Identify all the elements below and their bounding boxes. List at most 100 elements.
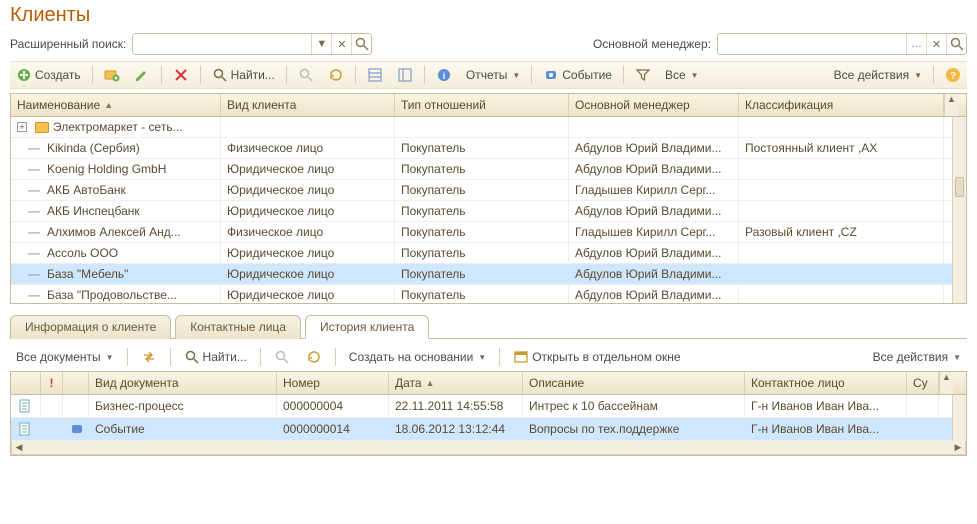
col-flag[interactable]: ! (41, 372, 63, 394)
table-row[interactable]: —База "Продовольстве...Юридическое лицоП… (11, 285, 966, 303)
table-row[interactable]: —АКБ ИнспецбанкЮридическое лицоПокупател… (11, 201, 966, 222)
close-icon[interactable]: ✕ (331, 34, 351, 54)
doc-date: 22.11.2011 14:55:58 (389, 395, 523, 417)
doc-contact: Г-н Иванов Иван Ива... (745, 395, 907, 417)
find-button-2[interactable]: Найти... (178, 347, 253, 367)
scroll-left-icon[interactable]: ◀ (12, 442, 26, 453)
ext-search-input[interactable] (133, 34, 311, 54)
event-button[interactable]: Событие (537, 65, 618, 85)
cell: Абдулов Юрий Владими... (569, 285, 739, 303)
cell: Покупатель (395, 222, 569, 242)
main-toolbar: Создать Найти... i Отчеты ▼ Событие (10, 61, 967, 89)
cell: Покупатель (395, 180, 569, 200)
sort-asc-icon: ▲ (104, 100, 113, 110)
tab-client-info[interactable]: Информация о клиенте (10, 315, 171, 339)
row-icon (11, 418, 41, 440)
chevron-down-icon[interactable]: ▼ (311, 34, 331, 54)
table-row[interactable]: —Ассоль ОООЮридическое лицоПокупательАбд… (11, 243, 966, 264)
vertical-scrollbar[interactable] (952, 117, 966, 303)
svg-text:?: ? (950, 71, 956, 82)
table-row[interactable]: —АКБ АвтоБанкЮридическое лицоПокупательГ… (11, 180, 966, 201)
col-number[interactable]: Номер (277, 372, 389, 394)
row-name: Электромаркет - сеть... (53, 120, 183, 134)
chevron-down-icon: ▼ (106, 353, 114, 362)
ext-search-combo[interactable]: ▼ ✕ (132, 33, 372, 55)
edit-button[interactable] (128, 65, 156, 85)
magnifier-icon[interactable] (351, 34, 371, 54)
cell (739, 243, 944, 263)
col-desc[interactable]: Описание (523, 372, 745, 394)
table-row[interactable]: + Электромаркет - сеть... (11, 117, 966, 138)
table-row[interactable]: —Алхимов Алексей Анд...Физическое лицоПо… (11, 222, 966, 243)
new-folder-button[interactable] (98, 65, 126, 85)
create-button[interactable]: Создать (10, 65, 87, 85)
event-label: Событие (562, 68, 612, 82)
all-docs-button[interactable]: Все документы▼ (10, 348, 120, 366)
ellipsis-icon[interactable]: … (906, 34, 926, 54)
info-button[interactable]: i (430, 65, 458, 85)
manager-input[interactable] (718, 34, 906, 54)
scrollbar-thumb[interactable] (955, 177, 964, 197)
doc-number: 0000000014 (277, 418, 389, 440)
delete-button[interactable] (167, 65, 195, 85)
tree-view-button[interactable] (391, 65, 419, 85)
table-row[interactable]: —Koenig Holding GmbHЮридическое лицоПоку… (11, 159, 966, 180)
horizontal-scrollbar[interactable]: ◀ ▶ (11, 441, 966, 455)
clear-search-button[interactable] (292, 65, 320, 85)
row-name: Koenig Holding GmbH (47, 162, 166, 176)
scroll-right-icon[interactable]: ▶ (951, 442, 965, 453)
tab-history[interactable]: История клиента (305, 315, 429, 339)
reports-button[interactable]: Отчеты ▼ (460, 66, 526, 84)
open-window-button[interactable]: Открыть в отдельном окне (507, 347, 686, 367)
cell: Гладышев Кирилл Серг... (569, 180, 739, 200)
col-kind[interactable]: Вид клиента (221, 94, 395, 116)
tab-contacts[interactable]: Контактные лица (175, 315, 301, 339)
magnifier-icon[interactable] (946, 34, 966, 54)
help-button[interactable]: ? (939, 65, 967, 85)
chevron-down-icon: ▼ (512, 71, 520, 80)
col-manager[interactable]: Основной менеджер (569, 94, 739, 116)
all-button[interactable]: Все ▼ (659, 66, 705, 84)
cell: Покупатель (395, 285, 569, 303)
clear-search-button-2[interactable] (268, 347, 296, 367)
swap-button[interactable] (135, 347, 163, 367)
col-su[interactable]: Су (907, 372, 939, 394)
expand-icon[interactable]: + (17, 122, 27, 132)
col-doc-kind[interactable]: Вид документа (89, 372, 277, 394)
scroll-up-icon[interactable]: ▲ (944, 94, 958, 116)
table-row[interactable]: —Kikinda (Сербия)Физическое лицоПокупате… (11, 138, 966, 159)
table-row[interactable]: —База "Мебель"Юридическое лицоПокупатель… (11, 264, 966, 285)
table-row[interactable]: Событие000000001418.06.2012 13:12:44Вопр… (11, 418, 966, 441)
cell (739, 159, 944, 179)
row-name: Ассоль ООО (47, 246, 118, 260)
cell (569, 117, 739, 137)
all-actions-button-2[interactable]: Все действия▼ (867, 348, 967, 366)
cell: Юридическое лицо (221, 264, 395, 284)
doc-contact: Г-н Иванов Иван Ива... (745, 418, 907, 440)
col-icon[interactable] (63, 372, 89, 394)
col-date[interactable]: Дата▲ (389, 372, 523, 394)
find-button[interactable]: Найти... (206, 65, 281, 85)
refresh-button-2[interactable] (300, 347, 328, 367)
doc-kind: Событие (89, 418, 277, 440)
col-name[interactable]: Наименование▲ (11, 94, 221, 116)
row-name: Kikinda (Сербия) (47, 141, 140, 155)
vertical-scrollbar[interactable] (952, 395, 966, 441)
manager-combo[interactable]: … ✕ (717, 33, 967, 55)
cell: Покупатель (395, 264, 569, 284)
filter-button[interactable] (629, 65, 657, 85)
list-view-button[interactable] (361, 65, 389, 85)
refresh-button[interactable] (322, 65, 350, 85)
col-classification[interactable]: Классификация (739, 94, 944, 116)
table-row[interactable]: Бизнес-процесс00000000422.11.2011 14:55:… (11, 395, 966, 418)
page-title: Клиенты (10, 4, 967, 27)
col-blank[interactable] (11, 372, 41, 394)
col-relation[interactable]: Тип отношений (395, 94, 569, 116)
all-actions-button[interactable]: Все действия ▼ (828, 66, 928, 84)
scroll-up-icon[interactable]: ▲ (939, 372, 953, 394)
col-contact[interactable]: Контактное лицо (745, 372, 907, 394)
close-icon[interactable]: ✕ (926, 34, 946, 54)
create-based-button[interactable]: Создать на основании▼ (343, 348, 492, 366)
cell: Физическое лицо (221, 222, 395, 242)
find-label: Найти... (231, 68, 275, 82)
